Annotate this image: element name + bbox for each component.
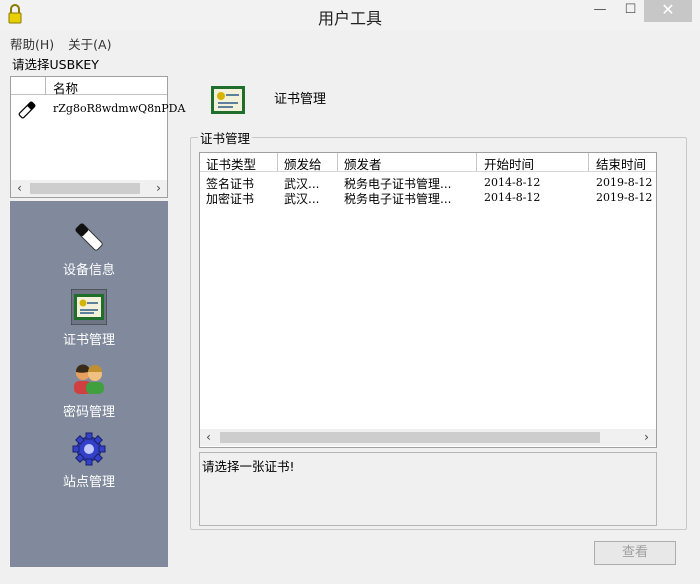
nav-label: 设备信息	[62, 263, 115, 278]
cell-cert-type: 加密证书	[206, 192, 255, 206]
scroll-right-icon[interactable]: ›	[150, 180, 167, 197]
cell-end-date: 2019-8-12	[596, 191, 653, 204]
menu-bar: 帮助(H) 关于(A)	[10, 32, 111, 52]
nav-label: 密码管理	[62, 405, 115, 420]
cell-issuer: 税务电子证书管理...	[344, 192, 452, 206]
nav-device-info[interactable]: 设备信息	[10, 219, 168, 281]
nav-site-management[interactable]: 站点管理	[10, 431, 168, 493]
cert-list-header: 证书类型 颁发给 颁发者 开始时间 结束时间	[200, 153, 656, 173]
cell-start-date: 2014-8-12	[484, 191, 541, 204]
group-title: 证书管理	[198, 128, 253, 147]
menu-about[interactable]: 关于(A)	[68, 32, 111, 52]
scroll-left-icon[interactable]: ‹	[11, 180, 28, 197]
scroll-right-icon[interactable]: ›	[638, 429, 655, 446]
cert-hscrollbar[interactable]: ‹ ›	[200, 429, 656, 446]
nav-label: 证书管理	[62, 333, 115, 348]
column-issued-to[interactable]: 颁发给	[284, 154, 322, 173]
nav-panel: 设备信息 证书管理 密码管理 站点管理	[10, 201, 168, 567]
usbkey-list[interactable]: 名称 rZg8oR8wdmwQ8nPDA ‹ ›	[10, 76, 185, 198]
cell-start-date: 2014-8-12	[484, 176, 541, 189]
cert-list[interactable]: 证书类型 颁发给 颁发者 开始时间 结束时间 签名证书 武汉... 税务电子证书…	[199, 152, 657, 448]
usbkey-icon	[75, 223, 103, 251]
nav-label: 站点管理	[62, 475, 115, 490]
usbkey-icon	[18, 101, 36, 119]
nav-password-management[interactable]: 密码管理	[10, 361, 168, 423]
certificate-icon	[71, 289, 107, 325]
minimize-button[interactable]: —	[583, 0, 617, 22]
column-cert-type[interactable]: 证书类型	[206, 154, 256, 173]
header-divider	[45, 77, 46, 94]
gear-icon	[72, 432, 106, 466]
title-bar: 用户工具 — ☐ ✕	[0, 0, 700, 30]
usbkey-item[interactable]: rZg8oR8wdmwQ8nPDA	[11, 97, 185, 121]
usbkey-prompt: 请选择USBKEY	[12, 57, 99, 72]
certificate-icon	[210, 82, 246, 118]
header-divider	[277, 153, 278, 171]
scroll-left-icon[interactable]: ‹	[200, 429, 217, 446]
cell-end-date: 2019-8-12	[596, 176, 653, 189]
view-button[interactable]: 查看	[594, 541, 676, 565]
column-issuer[interactable]: 颁发者	[344, 154, 382, 173]
scrollbar-thumb[interactable]	[30, 183, 140, 194]
cell-issued-to: 武汉...	[284, 192, 320, 206]
scrollbar-thumb[interactable]	[220, 432, 600, 443]
column-start-date[interactable]: 开始时间	[484, 154, 534, 173]
status-text: 请选择一张证书!	[202, 459, 295, 474]
column-name[interactable]: 名称	[53, 78, 78, 97]
status-box: 请选择一张证书!	[199, 452, 657, 526]
usbkey-hscrollbar[interactable]: ‹ ›	[11, 180, 167, 197]
page-title: 证书管理	[274, 92, 327, 107]
menu-help[interactable]: 帮助(H)	[10, 32, 54, 52]
close-button[interactable]: ✕	[644, 0, 692, 22]
maximize-button[interactable]: ☐	[617, 0, 644, 22]
users-icon	[74, 364, 104, 394]
header-divider	[476, 153, 477, 171]
usbkey-name: rZg8oR8wdmwQ8nPDA	[53, 102, 186, 115]
usbkey-list-header: 名称	[11, 77, 167, 97]
nav-cert-management[interactable]: 证书管理	[10, 289, 168, 351]
header-divider	[337, 153, 338, 171]
cert-row[interactable]: 签名证书 武汉... 税务电子证书管理... 2014-8-12 2019-8-…	[200, 175, 656, 191]
column-end-date[interactable]: 结束时间	[596, 154, 646, 173]
header-divider	[588, 153, 589, 171]
cert-row[interactable]: 加密证书 武汉... 税务电子证书管理... 2014-8-12 2019-8-…	[200, 190, 656, 206]
